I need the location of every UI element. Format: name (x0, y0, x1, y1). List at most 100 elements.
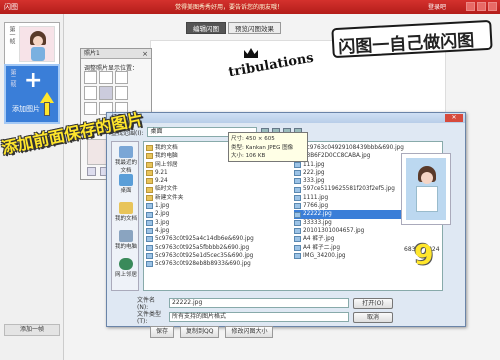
file-name: 1.jpg (155, 203, 170, 210)
position-cell[interactable] (99, 71, 113, 85)
save-button[interactable]: 保存 (150, 326, 175, 338)
file-name: 临时文件 (155, 186, 178, 193)
place-label: 我最近的文档 (114, 160, 137, 174)
file-name: 7766.jpg (303, 203, 329, 210)
place-label: 桌面 (120, 188, 132, 194)
file-item[interactable]: 20101301004657.jpg (294, 227, 439, 235)
position-cell[interactable] (99, 86, 113, 100)
cancel-button[interactable]: 取消 (353, 311, 393, 323)
resize-button[interactable]: 修改闪图大小 (225, 326, 274, 338)
image-file-icon (294, 194, 301, 201)
folder-icon (146, 161, 153, 168)
place-recent[interactable]: 我最近的文档 (113, 146, 139, 174)
file-name: 2.jpg (155, 211, 170, 218)
file-item[interactable]: 5c9763c0t928eb8b8933&690.jpg (146, 260, 291, 268)
places-bar: 我最近的文档 桌面 我的文档 我的电脑 网上邻居 (111, 141, 139, 291)
image-file-icon (146, 219, 153, 226)
frame-1-label: 第一帧 (8, 26, 15, 44)
image-file-icon (294, 228, 301, 235)
bottom-toolbar: 保存 复制到QQ 修改闪图大小 (150, 326, 274, 338)
place-computer[interactable]: 我的电脑 (113, 230, 139, 250)
documents-icon (119, 202, 133, 214)
position-cell[interactable] (114, 86, 128, 100)
file-item[interactable]: 3.jpg (146, 219, 291, 227)
position-cell[interactable] (84, 86, 98, 100)
open-button[interactable]: 打开(O) (353, 297, 393, 309)
tab-preview[interactable]: 预览闪图效果 (228, 22, 281, 34)
file-item[interactable]: 9.21 (146, 169, 291, 177)
file-item[interactable]: 5c9763c0t925a4c14db6e&690.jpg (146, 235, 291, 243)
add-frame-button[interactable]: 添加一帧 (4, 324, 60, 336)
image-file-icon (294, 203, 301, 210)
preview-background (406, 158, 446, 220)
panel-title: 照片1 (81, 49, 151, 59)
file-name: 222.jpg (303, 169, 325, 176)
place-network[interactable]: 网上邻居 (113, 258, 139, 278)
tab-edit[interactable]: 编辑闪图 (186, 22, 226, 34)
file-item[interactable]: 1.jpg (146, 202, 291, 210)
image-file-icon (146, 253, 153, 259)
file-item[interactable]: 5c9763c0t925e1d5cec35&690.jpg (146, 252, 291, 260)
file-list[interactable]: 我的文档 我的电脑 网上邻居 9.21 9.24 临时文件 新建文件夹 1.jpg 2.jpg 3… (143, 141, 443, 291)
file-item[interactable]: 9.24 (146, 177, 291, 185)
place-desktop[interactable]: 桌面 (113, 174, 139, 194)
image-file-icon (294, 244, 301, 251)
file-item[interactable]: 临时文件 (146, 185, 291, 193)
promo-text[interactable]: 觉得美图秀秀好用，要告诉您的朋友哦！ (175, 2, 283, 11)
image-file-icon (294, 219, 301, 226)
file-name: 3.jpg (155, 219, 170, 226)
file-item[interactable]: 新建文件夹 (146, 194, 291, 202)
minimize-icon[interactable] (466, 2, 475, 11)
thumb-face (33, 36, 43, 46)
image-file-icon (146, 228, 153, 235)
file-name: 83B6F2D0CC8CABA.jpg (303, 153, 371, 160)
place-label: 网上邻居 (114, 272, 137, 278)
frame-sidebar: 第一帧 替换 第二帧 + 添加图片 添加一帧 (0, 14, 64, 360)
login-link[interactable]: 登录吧 (428, 2, 446, 11)
view-tabs: 编辑闪图 预览闪图效果 (186, 22, 281, 34)
place-documents[interactable]: 我的文档 (113, 202, 139, 222)
file-item[interactable]: 5c9763c04929108439bbb&690.jpg (294, 144, 439, 152)
close-icon[interactable] (488, 2, 497, 11)
position-cell[interactable] (84, 101, 98, 115)
file-name: 1111.jpg (303, 194, 329, 201)
arrow-left-icon[interactable] (87, 167, 96, 176)
copy-to-qq-button[interactable]: 复制到QQ (180, 326, 220, 338)
filetype-select[interactable]: 所有支持的图片格式 (169, 312, 349, 322)
image-file-icon (294, 211, 301, 218)
dialog-close-icon[interactable]: ✕ (445, 114, 463, 122)
file-column-1: 我的文档 我的电脑 网上邻居 9.21 9.24 临时文件 新建文件夹 1.jpg 2.jpg 3… (146, 144, 291, 268)
file-item[interactable]: 5c9763c0t925a5fbbbb2&690.jpg (146, 244, 291, 252)
file-name: 5c9763c0t925a4c14db6e&690.jpg (155, 236, 254, 243)
image-file-icon (294, 170, 301, 177)
add-photo-label: 添加图片 (12, 105, 40, 113)
frame-2-label: 第二帧 (9, 69, 16, 87)
folder-icon (146, 153, 153, 160)
file-name: 333.jpg (303, 178, 325, 185)
title-bar: 闪图 觉得美图秀秀好用，要告诉您的朋友哦！ 登录吧 (0, 0, 500, 14)
file-item[interactable]: 2.jpg (146, 210, 291, 218)
recent-icon (119, 146, 133, 158)
file-name: IMG_34200.jpg (303, 252, 346, 259)
image-file-icon (294, 178, 301, 185)
file-tooltip: 尺寸: 450 × 605 类型: Kankan JPEG 图像 大小: 106… (228, 132, 308, 162)
file-name: 597ce5119625581f203f2ef5.jpg (303, 186, 395, 193)
image-file-icon (294, 236, 301, 243)
file-name: 22222.jpg (303, 211, 332, 218)
position-cell[interactable] (114, 71, 128, 85)
panel-close-icon[interactable]: × (142, 50, 148, 58)
file-name: A4 裤子.jpg (303, 236, 335, 243)
file-item[interactable]: 4.jpg (146, 227, 291, 235)
preview-face (421, 172, 433, 184)
file-name: A4 裤子二.jpg (303, 244, 340, 251)
tooltip-line: 类型: Kankan JPEG 图像 (231, 144, 294, 151)
tooltip-line: 大小: 106 KB (231, 153, 266, 159)
frame-1-thumbnail (19, 26, 55, 62)
maximize-icon[interactable] (477, 2, 486, 11)
image-file-icon (146, 244, 153, 251)
image-file-icon (146, 236, 153, 243)
app-title: 闪图 (4, 3, 18, 11)
image-file-icon (294, 253, 301, 259)
filename-input[interactable]: 22222.jpg (169, 298, 349, 308)
position-cell[interactable] (84, 71, 98, 85)
